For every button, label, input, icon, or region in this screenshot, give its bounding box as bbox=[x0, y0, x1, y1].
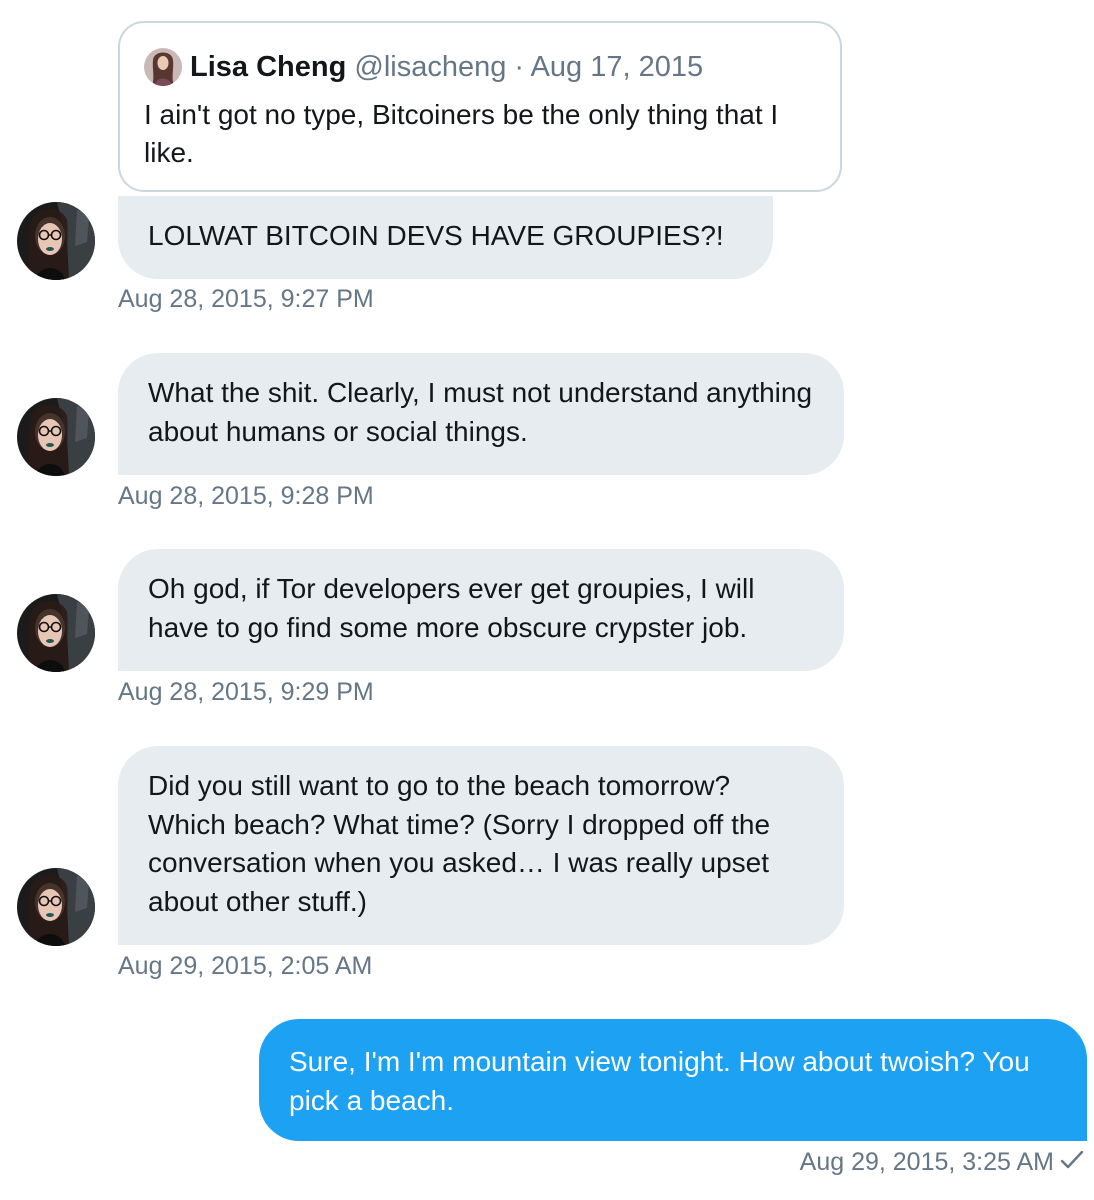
message-timestamp: Aug 29, 2015, 2:05 AM bbox=[118, 952, 373, 980]
sender-avatar[interactable] bbox=[17, 594, 95, 672]
message-bubble-incoming[interactable]: Did you still want to go to the beach to… bbox=[118, 746, 844, 945]
message-timestamp: Aug 28, 2015, 9:27 PM bbox=[118, 285, 374, 313]
message-text: What the shit. Clearly, I must not under… bbox=[148, 377, 813, 447]
header-separator: · bbox=[514, 51, 525, 83]
message-timestamp-outgoing: Aug 29, 2015, 3:25 AM bbox=[800, 1147, 1084, 1178]
message-timestamp: Aug 28, 2015, 9:29 PM bbox=[118, 678, 374, 706]
checkmark-icon bbox=[1060, 1148, 1084, 1178]
sender-avatar[interactable] bbox=[17, 398, 95, 476]
quoted-author-avatar[interactable] bbox=[144, 48, 182, 86]
quoted-tweet-date[interactable]: Aug 17, 2015 bbox=[531, 51, 704, 83]
quoted-tweet-header: Lisa Cheng @lisacheng · Aug 17, 2015 bbox=[190, 49, 703, 85]
sender-avatar[interactable] bbox=[17, 868, 95, 946]
message-text: Oh god, if Tor developers ever get group… bbox=[148, 573, 755, 643]
quoted-author-name[interactable]: Lisa Cheng bbox=[190, 51, 346, 83]
message-bubble-incoming[interactable]: Oh god, if Tor developers ever get group… bbox=[118, 549, 844, 671]
quoted-tweet-card[interactable]: Lisa Cheng @lisacheng · Aug 17, 2015 I a… bbox=[118, 21, 842, 192]
message-timestamp: Aug 28, 2015, 9:28 PM bbox=[118, 482, 374, 510]
message-text: LOLWAT BITCOIN DEVS HAVE GROUPIES?! bbox=[148, 220, 724, 251]
message-timestamp: Aug 29, 2015, 3:25 AM bbox=[799, 1148, 1054, 1176]
quoted-author-handle[interactable]: @lisacheng bbox=[354, 51, 506, 83]
message-bubble-outgoing[interactable]: Sure, I'm I'm mountain view tonight. How… bbox=[259, 1019, 1087, 1141]
quoted-tweet-text: I ain't got no type, Bitcoiners be the o… bbox=[144, 99, 779, 168]
message-text: Sure, I'm I'm mountain view tonight. How… bbox=[289, 1046, 1030, 1116]
sender-avatar[interactable] bbox=[17, 202, 95, 280]
message-bubble-incoming[interactable]: What the shit. Clearly, I must not under… bbox=[118, 353, 844, 475]
message-text: Did you still want to go to the beach to… bbox=[148, 770, 771, 917]
message-bubble-incoming[interactable]: LOLWAT BITCOIN DEVS HAVE GROUPIES?! bbox=[118, 196, 773, 279]
